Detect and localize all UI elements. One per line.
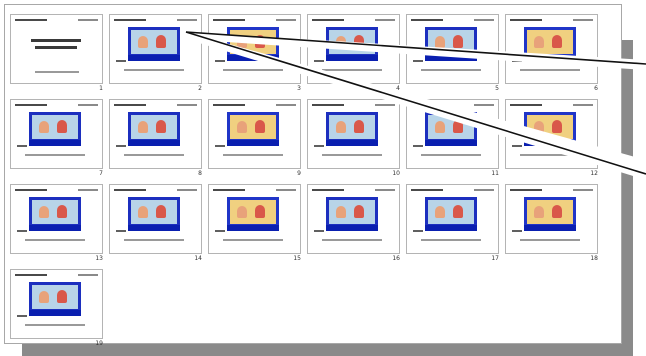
callout-lines (185, 31, 646, 180)
callout-wedge-top (186, 32, 646, 70)
slide-sorter-view: 1 2 3 4 5 6 7 8 9 10 11 12 13 14 15 16 17 18 19 (0, 0, 646, 356)
